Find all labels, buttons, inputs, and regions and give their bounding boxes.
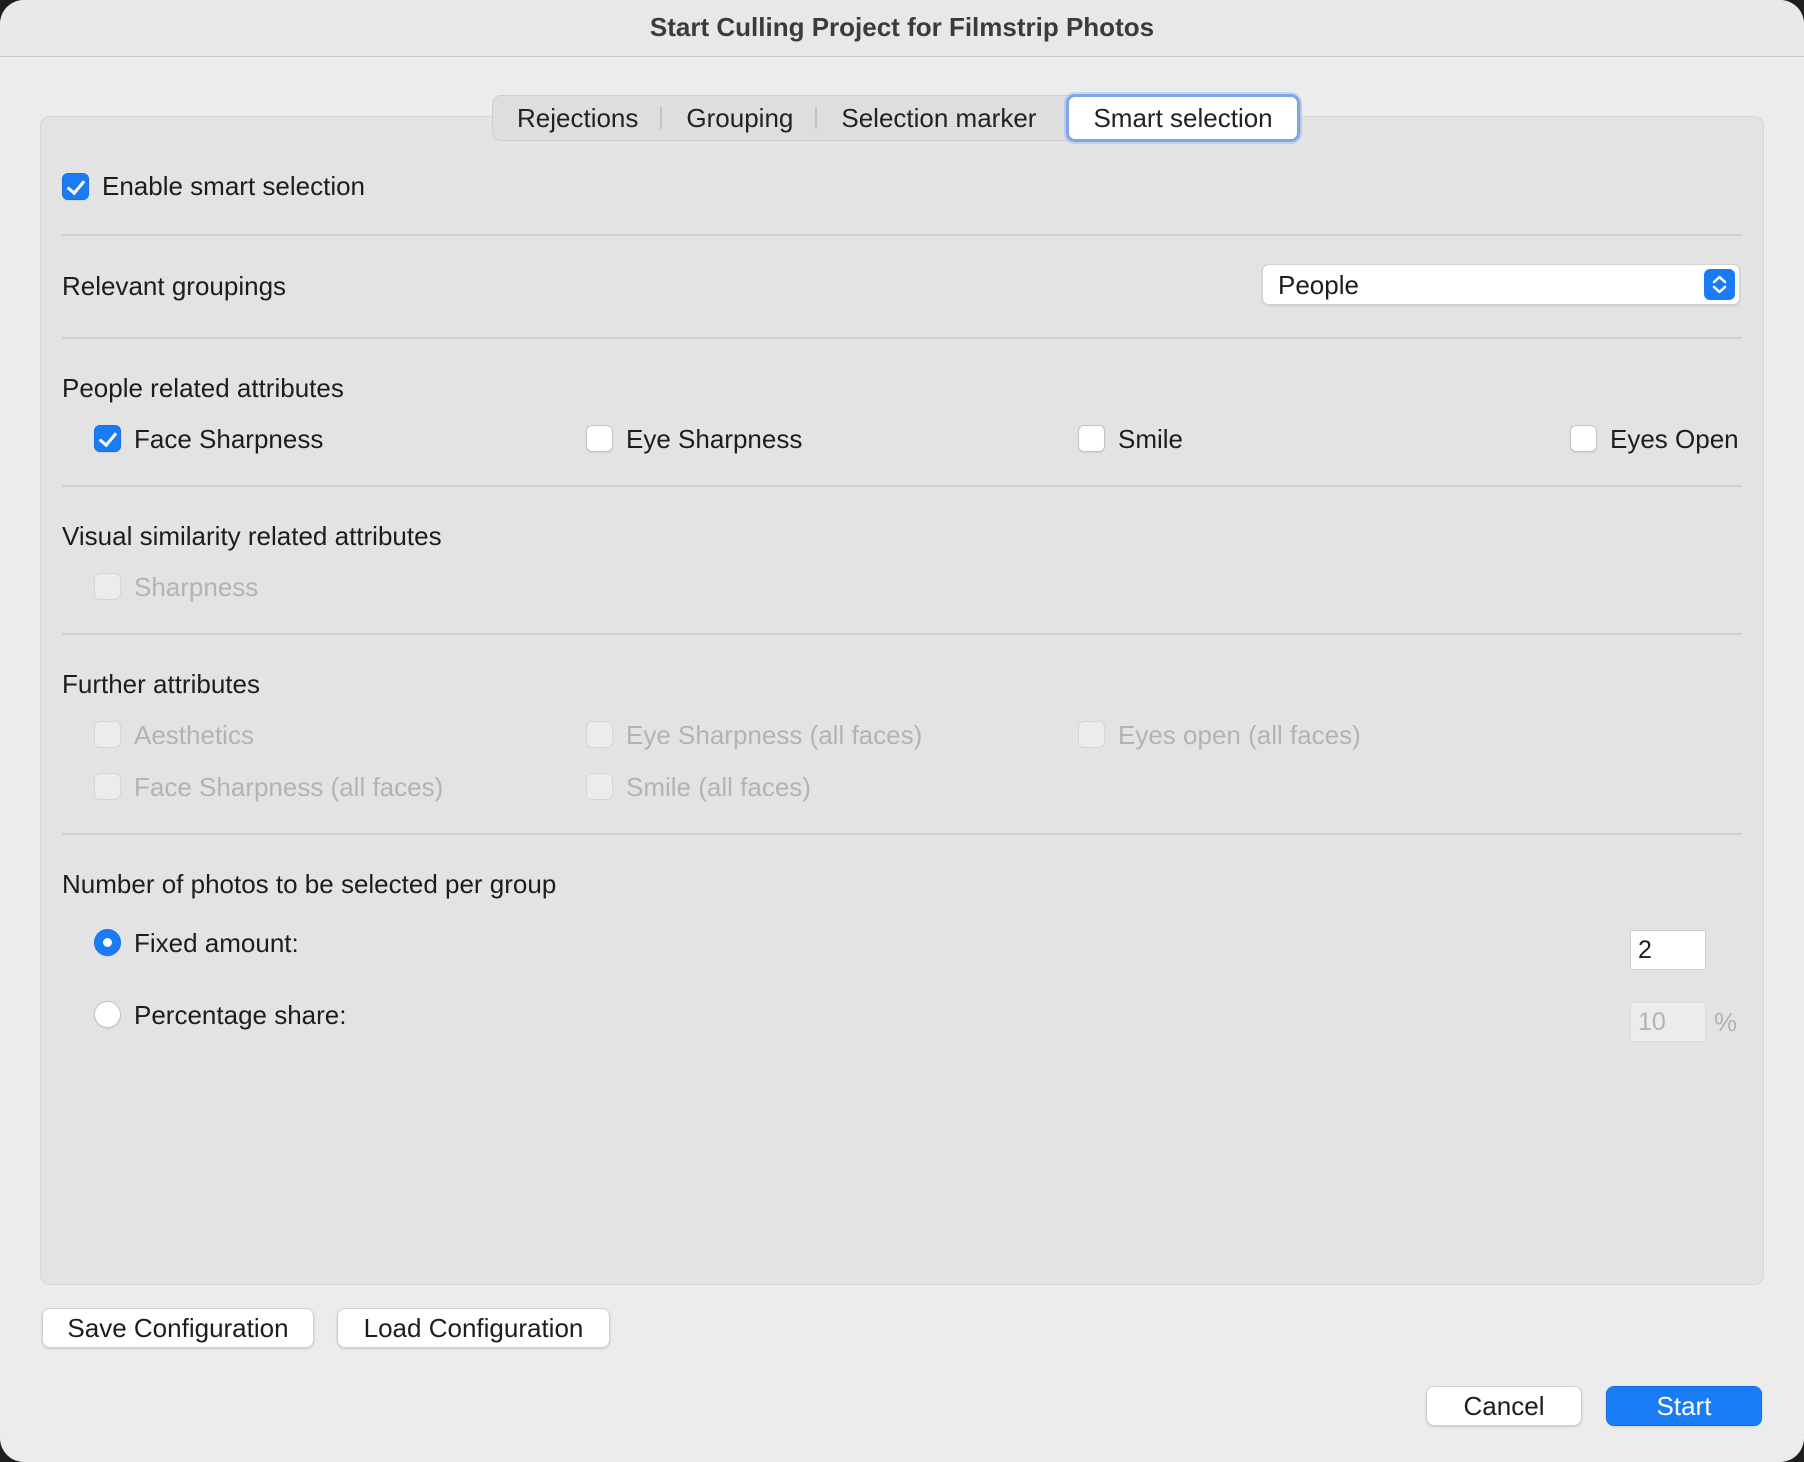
cancel-button[interactable]: Cancel [1426,1386,1582,1426]
smile-all-faces-label: Smile (all faces) [626,772,811,802]
relevant-groupings-select[interactable]: People [1262,264,1740,305]
eyes-open-all-faces-checkbox[interactable] [1078,721,1105,748]
chevron-updown-icon [1704,269,1735,300]
dialog-window: Start Culling Project for Filmstrip Phot… [0,0,1804,1462]
tab-smart-selection[interactable]: Smart selection [1066,94,1300,142]
relevant-groupings-label: Relevant groupings [62,271,287,301]
face-sharpness-label: Face Sharpness [134,424,324,454]
sharpness-checkbox[interactable] [94,573,121,600]
percentage-share-label: Percentage share: [134,1000,347,1030]
divider [62,337,1742,339]
aesthetics-label: Aesthetics [134,720,254,750]
aesthetics-checkbox[interactable] [94,721,121,748]
fixed-amount-input[interactable]: 2 [1630,930,1706,970]
fixed-amount-label: Fixed amount: [134,928,299,958]
further-attributes-title: Further attributes [62,669,260,699]
divider [62,485,1742,487]
enable-smart-selection-checkbox[interactable] [62,173,89,200]
sharpness-label: Sharpness [134,572,259,602]
eyes-open-checkbox[interactable] [1570,425,1597,452]
smile-label: Smile [1118,424,1184,454]
enable-smart-selection-label: Enable smart selection [102,171,366,201]
divider [62,234,1742,236]
face-sharpness-checkbox[interactable] [94,425,121,452]
eye-sharpness-checkbox[interactable] [586,425,613,452]
divider [62,633,1742,635]
tab-selection-marker[interactable]: Selection marker [817,96,1060,140]
relevant-groupings-value: People [1278,270,1359,300]
percent-unit-label: % [1714,1007,1738,1037]
fixed-amount-radio[interactable] [94,929,121,956]
eye-sharpness-all-faces-label: Eye Sharpness (all faces) [626,720,923,750]
visual-attributes-title: Visual similarity related attributes [62,521,442,551]
smile-all-faces-checkbox[interactable] [586,773,613,800]
eye-sharpness-label: Eye Sharpness [626,424,803,454]
smile-checkbox[interactable] [1078,425,1105,452]
percentage-share-input[interactable]: 10 [1630,1002,1706,1042]
percentage-share-radio[interactable] [94,1001,121,1028]
eye-sharpness-all-faces-checkbox[interactable] [586,721,613,748]
eyes-open-label: Eyes Open [1610,424,1739,454]
start-button[interactable]: Start [1606,1386,1762,1426]
save-configuration-button[interactable]: Save Configuration [42,1308,314,1348]
divider [62,833,1742,835]
face-sharpness-all-faces-checkbox[interactable] [94,773,121,800]
tab-rejections[interactable]: Rejections [493,96,663,140]
load-configuration-button[interactable]: Load Configuration [337,1308,610,1348]
photos-per-group-title: Number of photos to be selected per grou… [62,869,557,899]
tab-bar: Rejections Grouping Selection marker Sma… [492,94,1301,142]
people-attributes-title: People related attributes [62,373,344,403]
eyes-open-all-faces-label: Eyes open (all faces) [1118,720,1361,750]
tab-grouping[interactable]: Grouping [662,96,818,140]
face-sharpness-all-faces-label: Face Sharpness (all faces) [134,772,444,802]
window-title: Start Culling Project for Filmstrip Phot… [0,0,1804,57]
